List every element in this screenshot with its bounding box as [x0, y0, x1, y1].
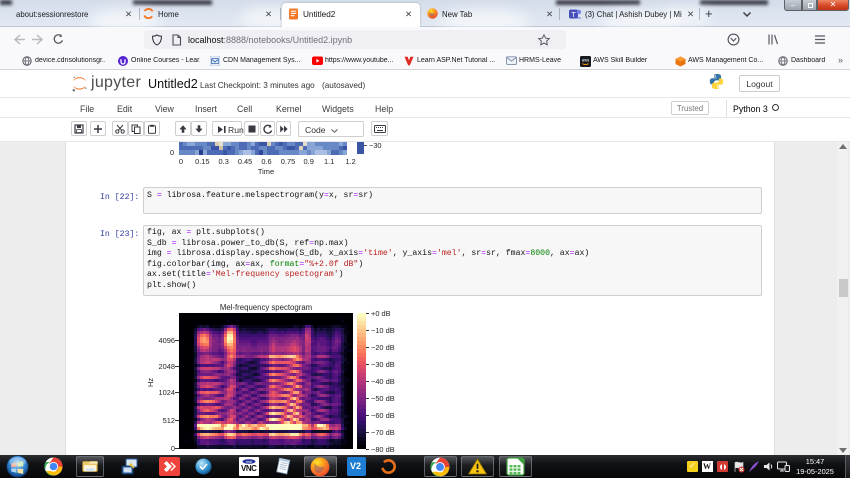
- svg-text:T: T: [571, 10, 576, 19]
- svg-text:real: real: [246, 460, 252, 464]
- svg-text:aws: aws: [582, 58, 589, 63]
